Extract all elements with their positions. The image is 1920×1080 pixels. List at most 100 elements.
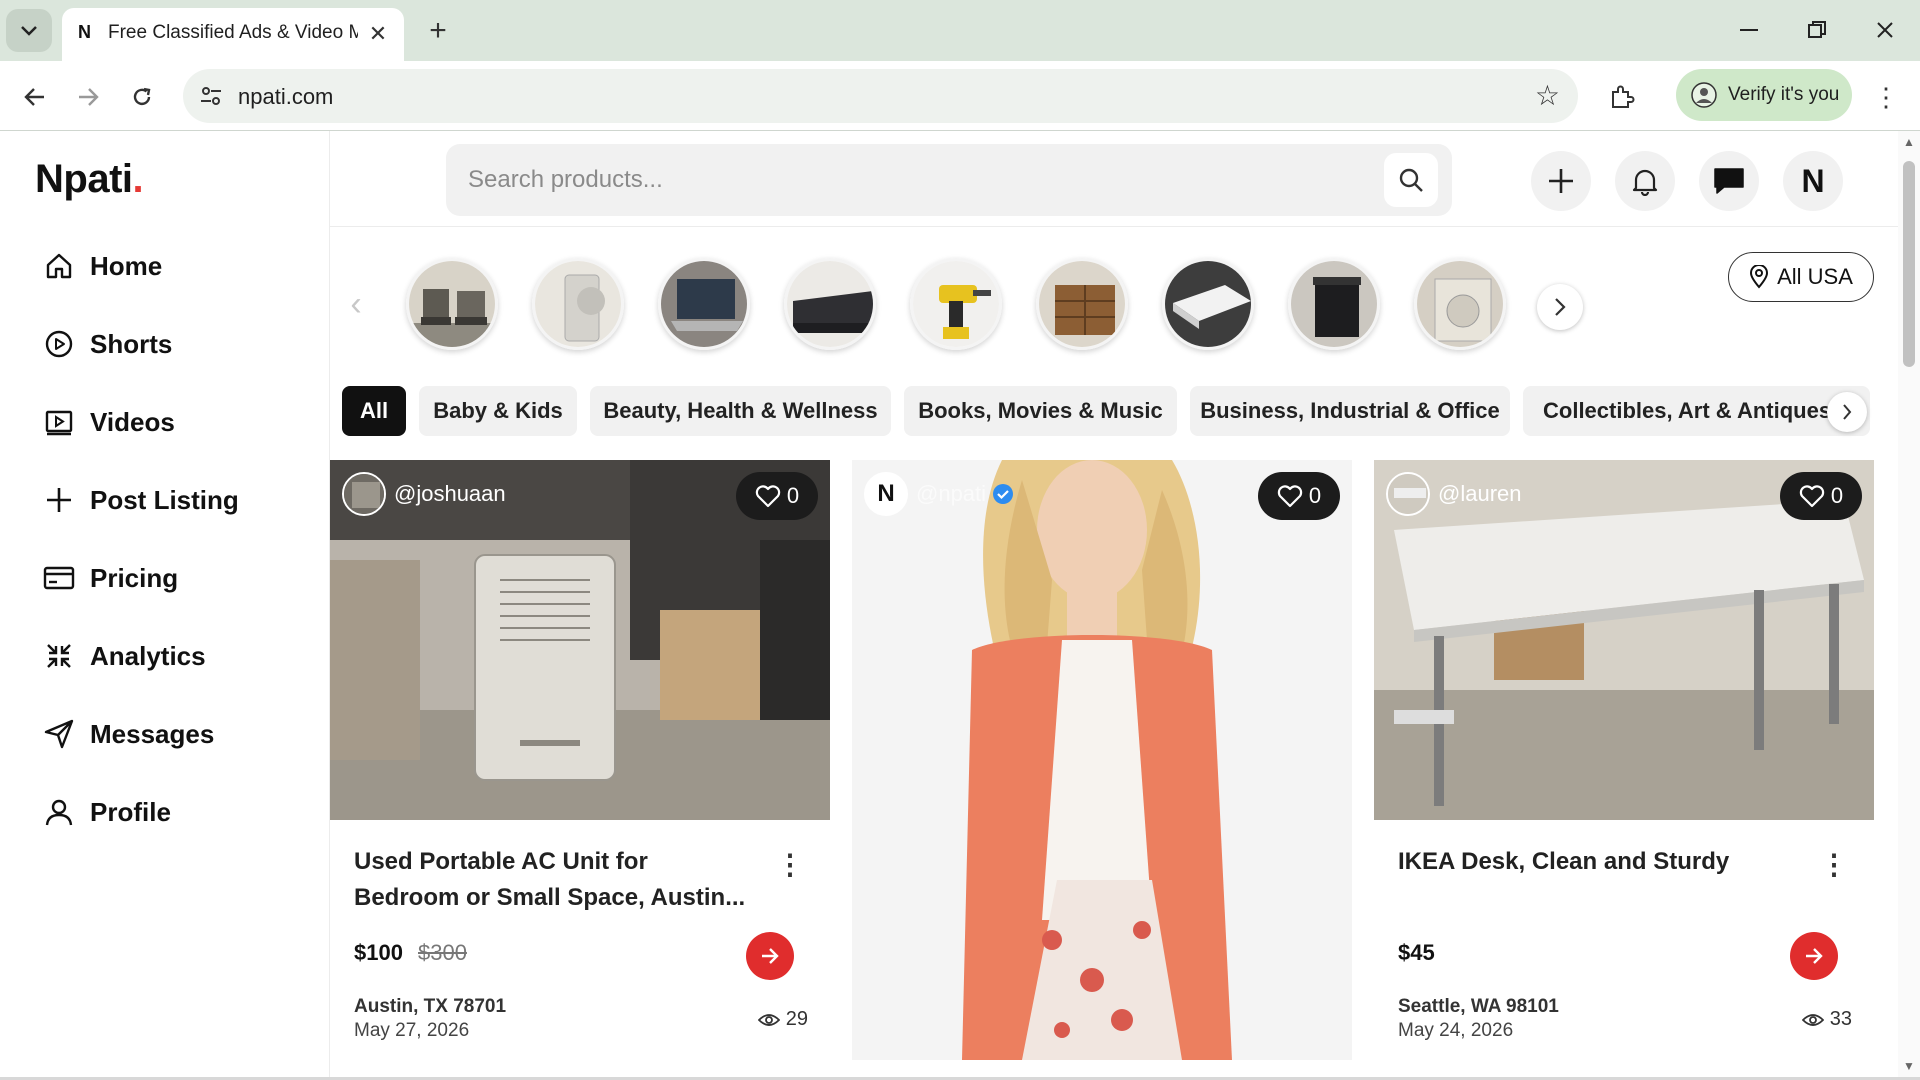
analytics-icon — [42, 639, 76, 673]
category-chip-baby-kids[interactable]: Baby & Kids — [419, 386, 577, 436]
seller-username: @lauren — [1438, 481, 1522, 506]
reload-button[interactable] — [120, 75, 164, 119]
sidebar-item-analytics[interactable]: Analytics — [42, 632, 206, 680]
sidebar-item-label: Post Listing — [90, 484, 239, 515]
category-chip-beauty-health[interactable]: Beauty, Health & Wellness — [590, 386, 891, 436]
seller-avatar-letter: N — [877, 480, 895, 507]
listing-location: Austin, TX 78701 — [354, 996, 507, 1017]
view-listing-button[interactable] — [746, 932, 794, 980]
story-laptop[interactable] — [658, 258, 750, 350]
category-chip-all[interactable]: All — [342, 386, 406, 436]
story-chairs[interactable] — [406, 258, 498, 350]
sidebar-item-messages[interactable]: Messages — [42, 710, 214, 758]
scroll-up-arrow-icon[interactable]: ▲ — [1902, 135, 1916, 149]
sidebar-item-pricing[interactable]: Pricing — [42, 554, 178, 602]
stories-prev-button[interactable]: ‹ — [336, 282, 376, 326]
listing-seller[interactable]: N @npati — [864, 472, 1014, 516]
sidebar-item-profile[interactable]: Profile — [42, 788, 171, 836]
forward-button[interactable] — [66, 75, 110, 119]
sidebar-item-label: Shorts — [90, 328, 173, 359]
restore-button[interactable] — [1792, 10, 1842, 50]
tab-title: Free Classified Ads & Video Ma — [108, 22, 358, 43]
browser-tab-active[interactable]: N Free Classified Ads & Video Ma ✕ — [62, 8, 404, 61]
npati-logo[interactable]: Npati. — [35, 157, 144, 202]
sidebar-item-label: Messages — [90, 718, 215, 749]
view-count: 29 — [785, 1008, 808, 1030]
location-filter-button[interactable]: All USA — [1728, 252, 1874, 302]
back-button[interactable] — [13, 75, 57, 119]
listing-menu-button[interactable]: ⋮ — [1820, 848, 1848, 880]
listing-card[interactable]: @joshuaan 0 Used Portable AC Unit for Be… — [330, 460, 830, 1060]
extensions-button[interactable] — [1600, 75, 1644, 119]
bookmark-star-icon[interactable]: ☆ — [1535, 79, 1560, 112]
chat-bubble-icon — [1714, 168, 1744, 194]
map-pin-icon — [1750, 265, 1769, 289]
browser-menu-button[interactable]: ⋮ — [1868, 75, 1904, 119]
tab-close-icon[interactable]: ✕ — [364, 20, 392, 48]
view-listing-button[interactable] — [1790, 932, 1838, 980]
heart-icon — [1799, 485, 1825, 508]
like-count: 0 — [1830, 483, 1844, 508]
sidebar-item-videos[interactable]: Videos — [42, 398, 175, 446]
story-trash-bin[interactable] — [1288, 258, 1380, 350]
new-tab-button[interactable]: + — [420, 13, 456, 49]
story-dresser[interactable] — [1036, 258, 1128, 350]
categories-next-button[interactable] — [1827, 392, 1867, 432]
listing-seller[interactable]: @lauren — [1386, 472, 1522, 516]
story-sofa[interactable] — [784, 258, 876, 350]
chat-button[interactable] — [1699, 151, 1759, 211]
story-air-purifier[interactable] — [532, 258, 624, 350]
search-button[interactable] — [1384, 153, 1438, 207]
story-washer[interactable] — [1414, 258, 1506, 350]
listing-title[interactable]: Used Portable AC Unit for Bedroom or Sma… — [354, 844, 754, 916]
category-chip-business-industrial[interactable]: Business, Industrial & Office — [1190, 386, 1510, 436]
category-chip-books-movies-music[interactable]: Books, Movies & Music — [904, 386, 1177, 436]
listing-card[interactable]: N @npati 0 — [852, 460, 1352, 1060]
like-button[interactable]: 0 — [1780, 472, 1862, 520]
verify-label: Verify it's you — [1728, 84, 1840, 105]
notifications-button[interactable] — [1615, 151, 1675, 211]
tab-search-button[interactable] — [6, 9, 52, 52]
heart-icon — [1277, 485, 1303, 508]
stories-next-button[interactable] — [1537, 284, 1583, 330]
user-avatar-button[interactable]: N — [1783, 151, 1843, 211]
listing-menu-button[interactable]: ⋮ — [776, 848, 804, 880]
listing-video-thumbnail[interactable] — [852, 460, 1352, 1060]
close-window-button[interactable] — [1860, 10, 1910, 50]
listing-seller[interactable]: @joshuaan — [342, 472, 506, 516]
site-info-icon[interactable] — [197, 82, 225, 110]
verify-profile-button[interactable]: Verify it's you — [1676, 69, 1852, 121]
page-scrollbar[interactable]: ▲ ▼ — [1898, 131, 1920, 1080]
listing-card[interactable]: @lauren 0 IKEA Desk, Clean and Sturdy ⋮ … — [1374, 460, 1874, 1060]
listing-location: Seattle, WA 98101 — [1398, 996, 1559, 1017]
listing-views: 33 — [1801, 1008, 1852, 1031]
sidebar-item-home[interactable]: Home — [42, 242, 162, 290]
listing-price: $45 — [1398, 940, 1435, 965]
minimize-button[interactable] — [1724, 10, 1774, 50]
search-input[interactable] — [468, 144, 1368, 216]
story-drill[interactable] — [910, 258, 1002, 350]
search-bar — [446, 144, 1452, 216]
location-label: All USA — [1777, 264, 1853, 289]
like-button[interactable]: 0 — [736, 472, 818, 520]
like-count: 0 — [786, 483, 800, 508]
scrollbar-thumb[interactable] — [1903, 161, 1915, 367]
arrow-right-icon — [79, 88, 99, 106]
category-chip-collectibles[interactable]: Collectibles, Art & Antiques — [1523, 386, 1870, 436]
sidebar-item-label: Videos — [90, 406, 175, 437]
create-listing-button[interactable] — [1531, 151, 1591, 211]
seller-username: @npati — [916, 481, 987, 506]
story-console[interactable] — [1162, 258, 1254, 350]
listing-price: $100 — [354, 940, 403, 965]
sidebar-item-post-listing[interactable]: Post Listing — [42, 476, 239, 524]
search-icon — [1399, 168, 1423, 192]
scroll-down-arrow-icon[interactable]: ▼ — [1902, 1059, 1916, 1073]
view-count: 33 — [1829, 1008, 1852, 1030]
listing-date: May 24, 2026 — [1398, 1020, 1514, 1041]
eye-icon — [757, 1013, 780, 1026]
sidebar-item-shorts[interactable]: Shorts — [42, 320, 172, 368]
address-bar[interactable]: npati.com ☆ — [183, 69, 1578, 123]
listing-title[interactable]: IKEA Desk, Clean and Sturdy — [1398, 844, 1798, 880]
bell-icon — [1632, 169, 1658, 196]
like-button[interactable]: 0 — [1258, 472, 1340, 520]
